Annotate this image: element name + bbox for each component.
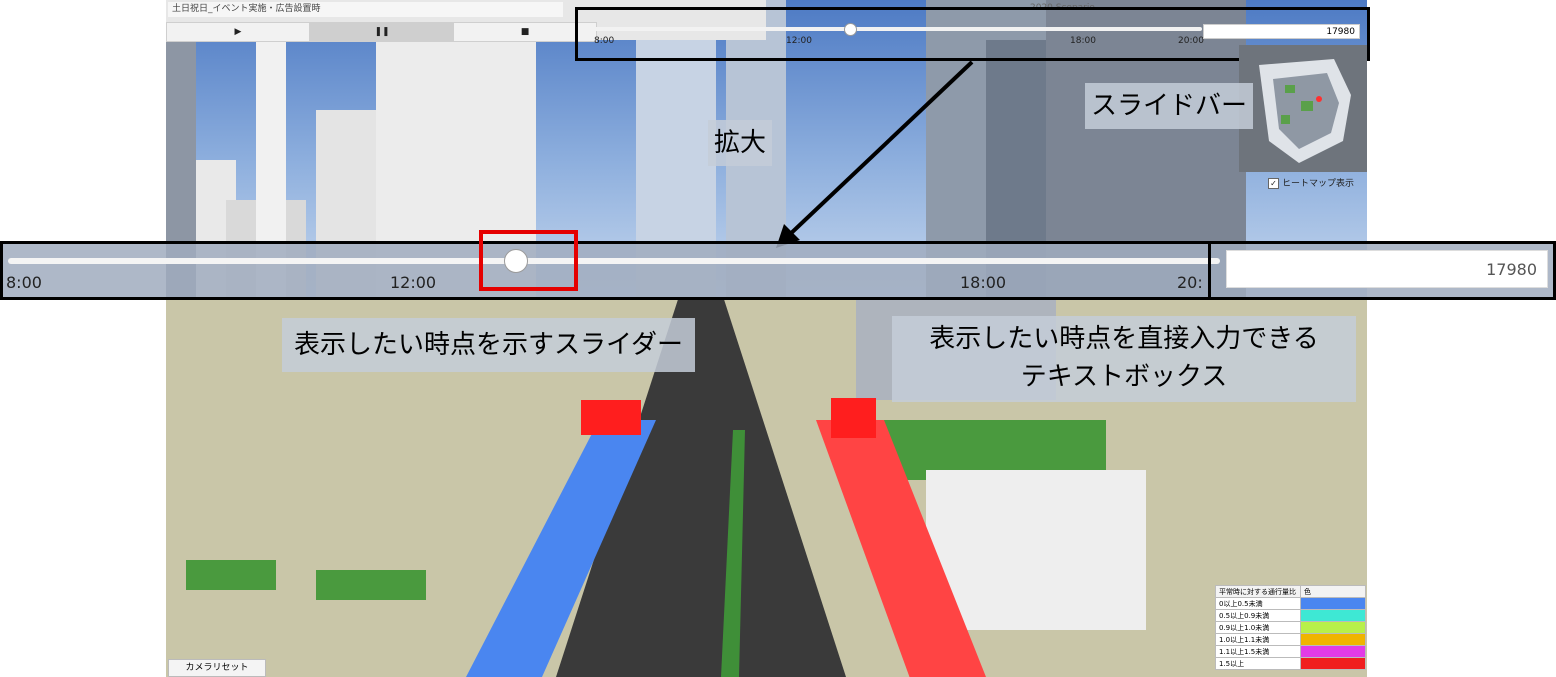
legend-swatch [1300, 597, 1366, 610]
legend-row-label: 1.5以上 [1215, 657, 1301, 670]
heatmap-toggle[interactable]: ✓ ヒートマップ表示 [1268, 176, 1354, 189]
play-button[interactable]: ▶ [166, 22, 310, 42]
annotation-textbox-line1: 表示したい時点を直接入力できる [929, 324, 1319, 354]
greenery [186, 560, 276, 590]
legend-row: 1.5以上 [1215, 657, 1366, 670]
annotation-textbox-description: 表示したい時点を直接入力できる テキストボックス [892, 316, 1356, 402]
legend-header-label: 平常時に対する通行量比 [1215, 585, 1301, 598]
zoom-arrow-icon [776, 60, 974, 248]
legend-row-label: 0.5以上0.9未満 [1215, 609, 1301, 622]
legend-swatch [1300, 609, 1366, 622]
building [926, 470, 1146, 630]
camera-reset-button[interactable]: カメラリセット [168, 659, 266, 677]
legend-header: 平常時に対する通行量比 色 [1215, 585, 1366, 598]
pause-button[interactable]: ❚❚ [310, 22, 454, 42]
legend-row: 0.9以上1.0未満 [1215, 621, 1366, 634]
legend-swatch [1300, 657, 1366, 670]
legend-swatch [1300, 621, 1366, 634]
legend-header-color: 色 [1300, 585, 1366, 598]
heatmap-toggle-label: ヒートマップ表示 [1282, 179, 1355, 189]
minimap[interactable] [1239, 45, 1367, 172]
greenery [316, 570, 426, 600]
legend-row-label: 1.1以上1.5未満 [1215, 645, 1301, 658]
legend-swatch [1300, 645, 1366, 658]
legend-row: 1.1以上1.5未満 [1215, 645, 1366, 658]
legend-row: 1.0以上1.1未満 [1215, 633, 1366, 646]
red-zone [581, 400, 641, 435]
legend-row-label: 0.9以上1.0未満 [1215, 621, 1301, 634]
textbox-highlight-box [1208, 241, 1556, 300]
slider-thumb-highlight-box [479, 230, 578, 291]
annotation-textbox-line2: テキストボックス [1020, 362, 1228, 392]
legend-row-label: 1.0以上1.1未満 [1215, 633, 1301, 646]
annotation-slider-description: 表示したい時点を示すスライダー [282, 318, 695, 372]
red-zone [831, 398, 876, 438]
legend-table: 平常時に対する通行量比 色 0以上0.5未満 0.5以上0.9未満 0.9以上1… [1215, 585, 1366, 670]
annotation-slidebar: スライドバー [1085, 83, 1254, 129]
checkbox-icon[interactable]: ✓ [1268, 178, 1279, 189]
minimap-map-icon [1259, 59, 1351, 163]
legend-row: 0.5以上0.9未満 [1215, 609, 1366, 622]
scenario-title: 土日祝日_イベント実施・広告設置時 [168, 2, 563, 17]
annotation-zoom: 拡大 [708, 120, 773, 166]
legend-row-label: 0以上0.5未満 [1215, 597, 1301, 610]
legend-row: 0以上0.5未満 [1215, 597, 1366, 610]
legend-swatch [1300, 633, 1366, 646]
